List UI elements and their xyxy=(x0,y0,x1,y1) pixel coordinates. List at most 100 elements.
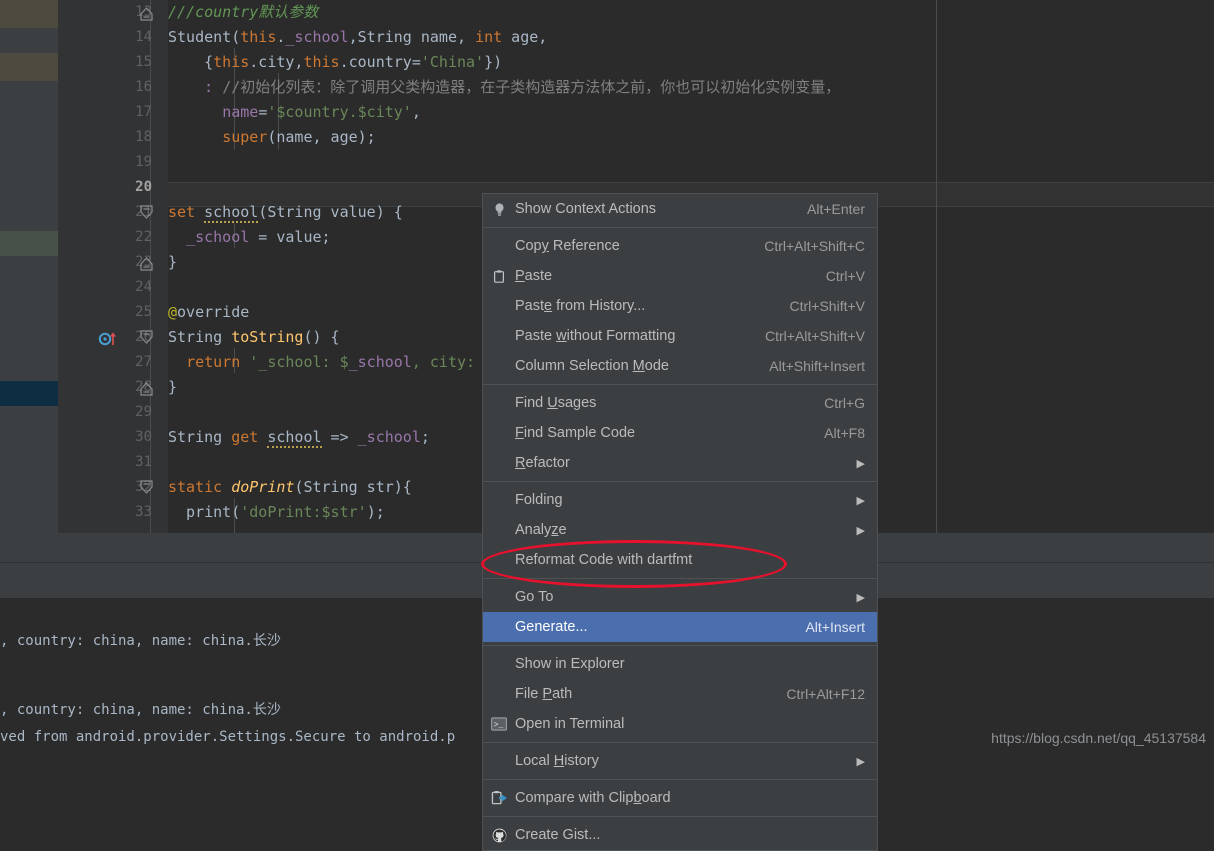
menu-item-paste-from-history[interactable]: Paste from History... Ctrl+Shift+V xyxy=(483,291,877,321)
menu-item-shortcut: Ctrl+Alt+F12 xyxy=(786,686,865,702)
menu-item-shortcut: Ctrl+Shift+V xyxy=(789,298,865,314)
menu-item-compare-with-clipboard[interactable]: Compare with Clipboard xyxy=(483,783,877,813)
menu-separator xyxy=(483,742,877,743)
line-number[interactable]: 18 xyxy=(116,125,152,150)
fold-collapse-icon[interactable] xyxy=(140,475,156,500)
menu-item-label: Find Usages xyxy=(515,395,597,411)
line-number[interactable]: 17 xyxy=(116,100,152,125)
line-number[interactable]: 16 xyxy=(116,75,152,100)
line-number[interactable]: 27 xyxy=(116,350,152,375)
menu-item-reformat-code-with-dartfmt[interactable]: Reformat Code with dartfmt xyxy=(483,545,877,575)
vcs-change-marker[interactable] xyxy=(0,381,58,406)
menu-item-local-history[interactable]: Local History ▶ xyxy=(483,746,877,776)
vcs-change-marker[interactable] xyxy=(0,231,58,256)
menu-item-label: Column Selection Mode xyxy=(515,358,669,374)
chevron-right-icon: ▶ xyxy=(856,524,865,537)
menu-separator xyxy=(483,481,877,482)
menu-item-label: Open in Terminal xyxy=(515,716,625,732)
code-line-33: print('doPrint:$str'); xyxy=(168,503,385,521)
menu-item-file-path[interactable]: File Path Ctrl+Alt+F12 xyxy=(483,679,877,709)
menu-item-generate[interactable]: Generate... Alt+Insert xyxy=(483,612,877,642)
watermark-text: https://blog.csdn.net/qq_45137584 xyxy=(991,730,1206,746)
menu-item-label: Paste from History... xyxy=(515,298,646,314)
menu-item-shortcut: Ctrl+G xyxy=(824,395,865,411)
menu-item-find-sample-code[interactable]: Find Sample Code Alt+F8 xyxy=(483,418,877,448)
menu-item-label: File Path xyxy=(515,686,573,702)
fold-end-icon[interactable] xyxy=(140,0,156,25)
line-number[interactable]: 33 xyxy=(116,500,152,525)
menu-item-label: Paste xyxy=(515,268,553,284)
clipboard-icon xyxy=(483,269,515,284)
menu-item-show-context-actions[interactable]: Show Context Actions Alt+Enter xyxy=(483,194,877,224)
menu-separator xyxy=(483,816,877,817)
menu-item-label: Copy Reference xyxy=(515,238,620,254)
code-line-25: @override xyxy=(168,303,250,321)
code-line-30: String get school => _school; xyxy=(168,428,430,448)
menu-item-show-in-explorer[interactable]: Show in Explorer xyxy=(483,649,877,679)
vcs-change-marker[interactable] xyxy=(0,0,58,28)
menu-item-shortcut: Ctrl+V xyxy=(825,268,865,284)
line-number[interactable]: 29 xyxy=(116,400,152,425)
line-number[interactable]: 25 xyxy=(116,300,152,325)
menu-item-copy-reference[interactable]: Copy Reference Ctrl+Alt+Shift+C xyxy=(483,231,877,261)
code-line-28: } xyxy=(168,378,178,396)
menu-item-label: Find Sample Code xyxy=(515,425,636,441)
code-line-22: _school = value; xyxy=(186,228,331,246)
chevron-right-icon: ▶ xyxy=(856,755,865,768)
line-number[interactable]: 15 xyxy=(116,50,152,75)
code-line-32: static doPrint(String str){ xyxy=(168,478,412,496)
menu-item-label: Analyze xyxy=(515,522,567,538)
chevron-right-icon: ▶ xyxy=(856,494,865,507)
line-number[interactable]: 14 xyxy=(116,25,152,50)
menu-item-label: Paste without Formatting xyxy=(515,328,676,344)
line-number[interactable]: 30 xyxy=(116,425,152,450)
menu-item-label: Generate... xyxy=(515,619,588,635)
fold-end-icon[interactable] xyxy=(140,375,156,400)
menu-item-label: Local History xyxy=(515,753,599,769)
right-margin-guide xyxy=(936,0,937,533)
chevron-right-icon: ▶ xyxy=(856,591,865,604)
console-output-line: , country: china, name: china.长沙 xyxy=(0,633,281,649)
menu-separator xyxy=(483,779,877,780)
menu-item-label: Show in Explorer xyxy=(515,656,625,672)
menu-item-create-gist[interactable]: Create Gist... xyxy=(483,820,877,850)
code-line-26: String toString() { xyxy=(168,328,340,346)
menu-item-analyze[interactable]: Analyze ▶ xyxy=(483,515,877,545)
console-output-line: , country: china, name: china.长沙 xyxy=(0,702,281,718)
code-line-23: } xyxy=(168,253,178,271)
code-line-14: Student(this._school,String name, int ag… xyxy=(168,28,548,46)
menu-separator xyxy=(483,645,877,646)
line-number[interactable]: 19 xyxy=(116,150,152,175)
menu-item-label: Create Gist... xyxy=(515,827,601,843)
menu-item-shortcut: Ctrl+Alt+Shift+C xyxy=(764,238,865,254)
editor-context-menu[interactable]: Show Context Actions Alt+Enter Copy Refere… xyxy=(482,193,878,851)
code-line-27: return '_school: $_school, city: xyxy=(186,353,476,371)
line-number[interactable]: 20 xyxy=(116,175,152,200)
menu-item-paste-without-formatting[interactable]: Paste without Formatting Ctrl+Alt+Shift+V xyxy=(483,321,877,351)
menu-item-label: Show Context Actions xyxy=(515,201,657,217)
fold-collapse-icon[interactable] xyxy=(140,200,156,225)
code-line-21: set school(String value) { xyxy=(168,203,403,223)
menu-separator xyxy=(483,578,877,579)
compare-clipboard-icon xyxy=(483,790,515,806)
line-number[interactable]: 24 xyxy=(116,275,152,300)
menu-item-folding[interactable]: Folding ▶ xyxy=(483,485,877,515)
menu-item-paste[interactable]: Paste Ctrl+V xyxy=(483,261,877,291)
code-line-17: name='$country.$city', xyxy=(222,103,421,121)
line-number[interactable]: 22 xyxy=(116,225,152,250)
menu-item-shortcut: Alt+Insert xyxy=(805,619,865,635)
menu-item-find-usages[interactable]: Find Usages Ctrl+G xyxy=(483,388,877,418)
menu-item-refactor[interactable]: Refactor ▶ xyxy=(483,448,877,478)
fold-end-icon[interactable] xyxy=(140,250,156,275)
menu-item-go-to[interactable]: Go To ▶ xyxy=(483,582,877,612)
line-number[interactable]: 31 xyxy=(116,450,152,475)
menu-item-open-in-terminal[interactable]: >_ Open in Terminal xyxy=(483,709,877,739)
fold-collapse-icon[interactable] xyxy=(140,325,156,350)
vcs-change-marker[interactable] xyxy=(0,53,58,81)
menu-item-column-selection-mode[interactable]: Column Selection Mode Alt+Shift+Insert xyxy=(483,351,877,381)
menu-item-label: Refactor xyxy=(515,455,570,471)
code-line-13: ///country默认参数 xyxy=(168,3,319,21)
vcs-change-marker[interactable] xyxy=(0,28,58,53)
overriding-method-icon[interactable] xyxy=(98,325,124,350)
menu-separator xyxy=(483,384,877,385)
